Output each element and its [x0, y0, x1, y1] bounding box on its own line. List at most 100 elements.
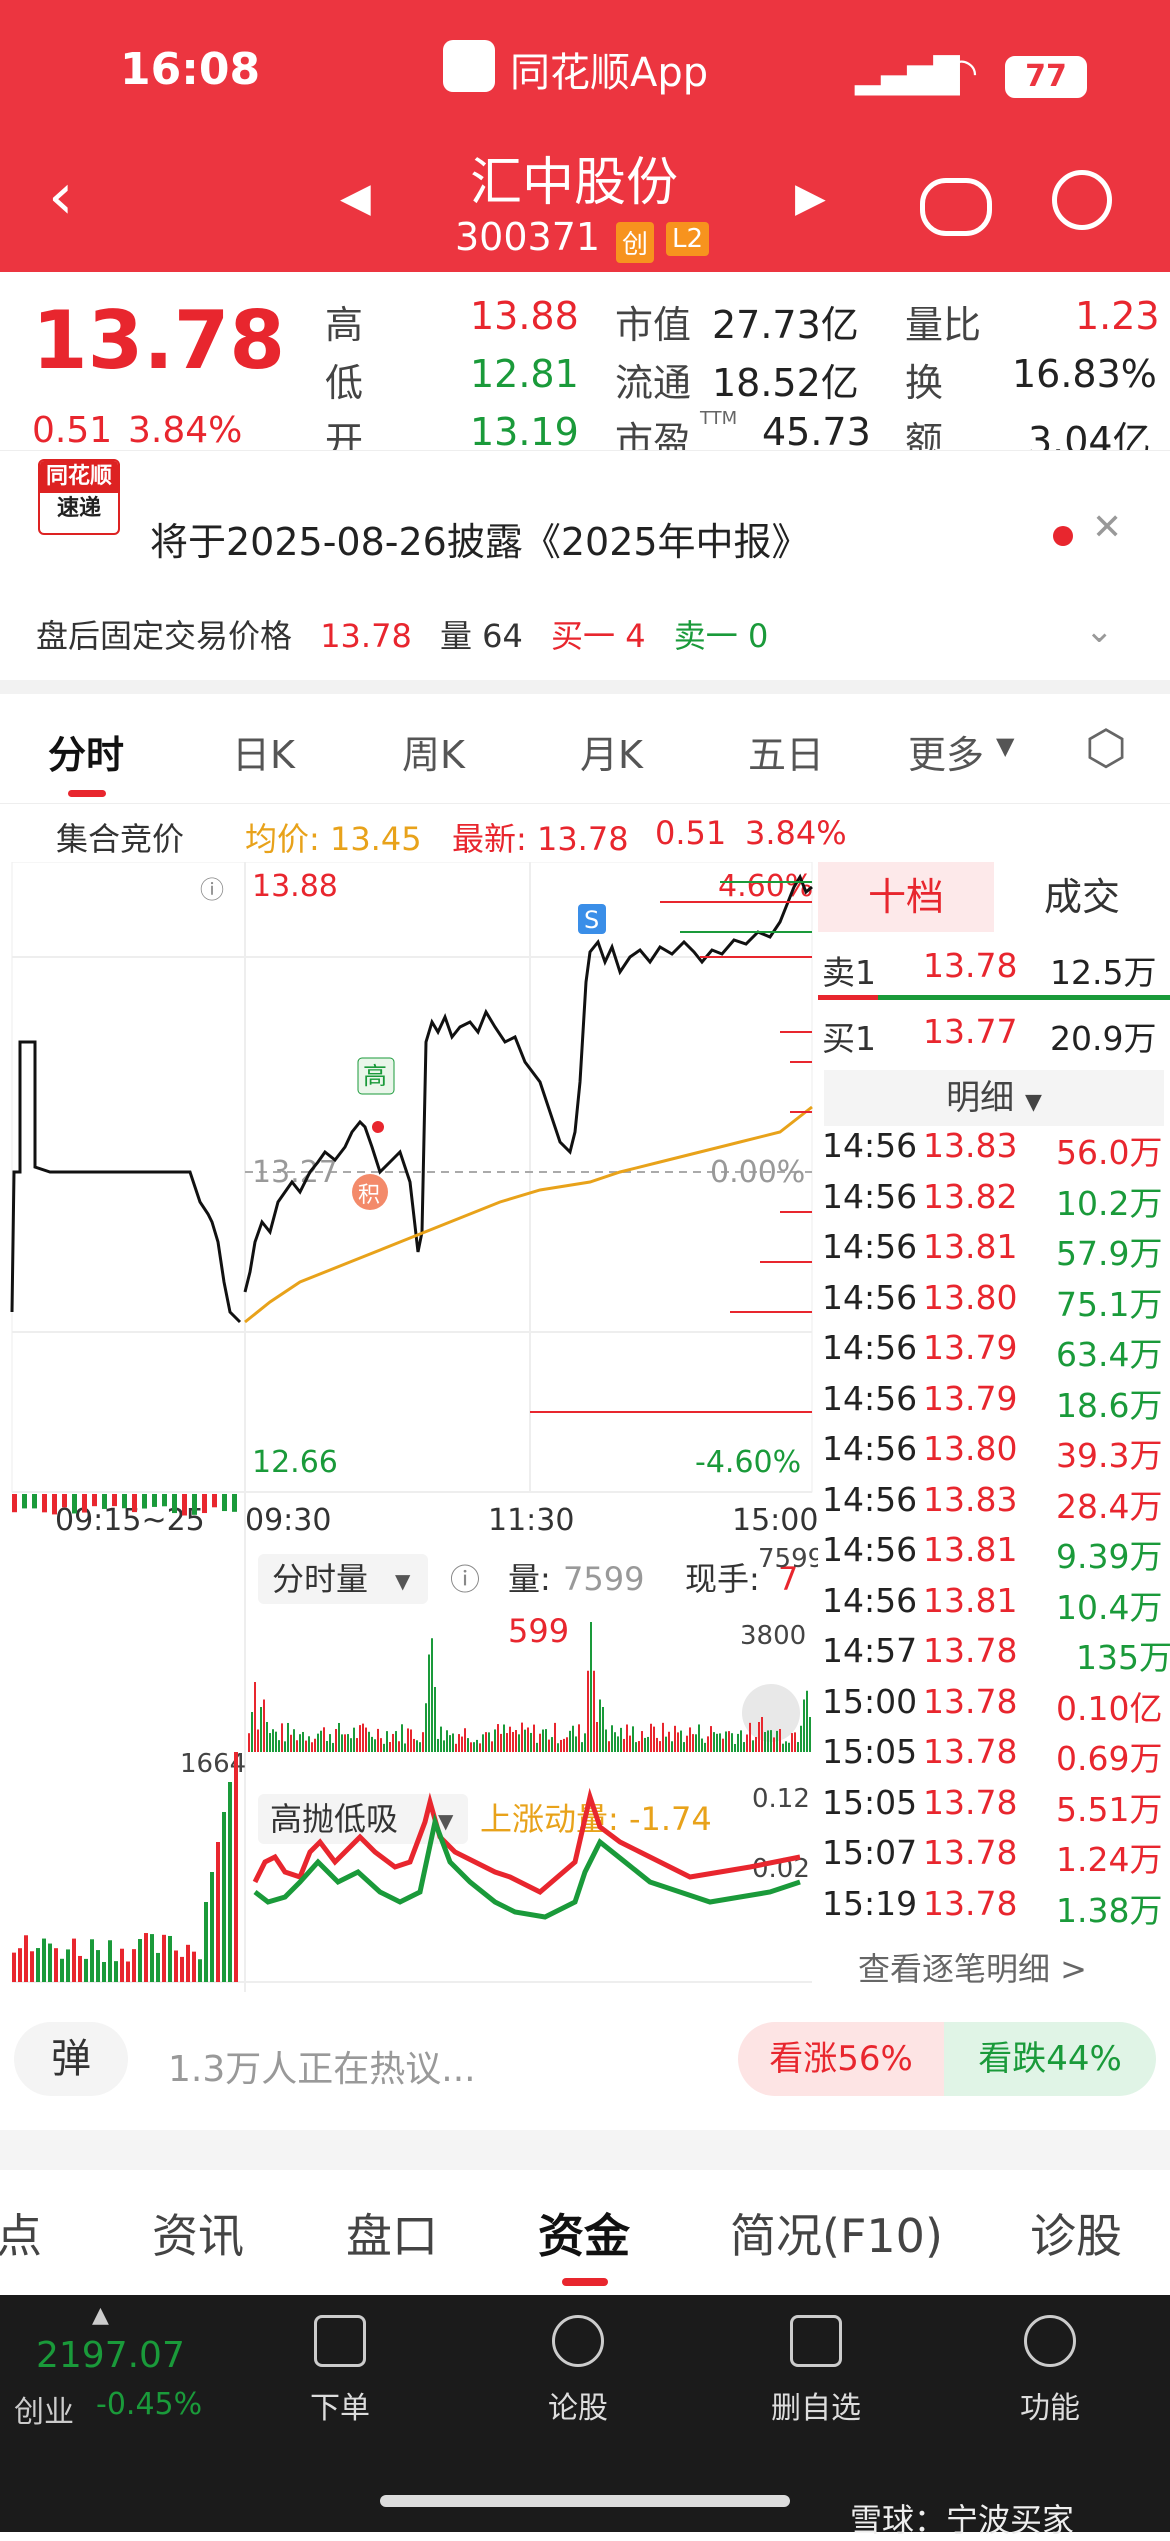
bullet-comment-button[interactable]: 弹 — [14, 2022, 128, 2096]
auction-volume-bar — [108, 1940, 112, 1982]
volume-bar — [428, 1654, 430, 1752]
trade-row: 15:05 13.78 5.51万 — [818, 1777, 1170, 1829]
volume-bar — [464, 1728, 466, 1752]
volume-bar — [395, 1731, 397, 1752]
trade-time: 14:56 — [822, 1479, 918, 1519]
volume-bar — [662, 1722, 664, 1752]
tab-five-day[interactable]: 五日 — [748, 724, 824, 779]
volume-bar — [422, 1732, 424, 1752]
footer-remove-watch[interactable]: 删自选 — [756, 2315, 876, 2427]
volume-bar — [380, 1738, 382, 1752]
auction-tick-bar — [172, 1494, 177, 1514]
tab-daily[interactable]: 日K — [232, 724, 295, 779]
tab-more[interactable]: 更多 — [908, 724, 984, 779]
volume-bar — [332, 1742, 334, 1752]
tab-trades[interactable]: 成交 — [994, 862, 1170, 932]
trade-time: 14:56 — [822, 1429, 918, 1468]
volume-bar — [248, 1733, 250, 1752]
footer-forum[interactable]: 论股 — [518, 2315, 638, 2427]
volume-bar — [629, 1735, 631, 1752]
volume-bar — [701, 1738, 703, 1752]
discussion-bar: 弹 1.3万人正在热议... 看涨56% 看跌44% — [0, 2000, 1170, 2130]
tab-diagnose[interactable]: 诊股 — [1030, 2200, 1122, 2266]
robot-icon[interactable] — [920, 178, 992, 236]
volume-bar — [323, 1727, 325, 1752]
detail-label: 明细 — [946, 1078, 1015, 1118]
next-stock-icon[interactable]: ▶ — [795, 175, 826, 221]
tab-weekly[interactable]: 周K — [402, 724, 465, 779]
tab-capital[interactable]: 资金 — [538, 2200, 630, 2266]
volume-bar — [290, 1734, 292, 1752]
auction-volume-bar — [186, 1944, 190, 1982]
volume-bar — [506, 1733, 508, 1752]
volume-bar — [503, 1724, 505, 1752]
volume-bar — [488, 1732, 490, 1752]
bearish-button[interactable]: 看跌44% — [944, 2022, 1156, 2096]
price-change: 0.51 — [32, 410, 113, 451]
volume-bar — [338, 1722, 340, 1752]
volume-bar — [389, 1742, 391, 1752]
chevron-down-icon[interactable]: ⌄ — [1085, 611, 1114, 651]
x-label-close: 15:00 — [732, 1503, 818, 1538]
auction-volume-bar — [150, 1934, 154, 1982]
after-hours-label: 盘后固定交易价格 — [36, 617, 293, 655]
chart-svg: ⓘ 13.88 13.27 12.66 4.60% 0.00% -4.60% 高… — [10, 861, 824, 1992]
volume-bar — [467, 1738, 469, 1752]
stock-name: 汇中股份 — [470, 153, 679, 213]
discussion-text[interactable]: 1.3万人正在热议... — [168, 2040, 476, 2092]
back-icon[interactable]: ‹ — [48, 160, 74, 234]
tab-ten-levels[interactable]: 十档 — [818, 862, 994, 932]
volume-bar — [599, 1699, 601, 1752]
auction-tick-bar — [202, 1494, 207, 1514]
auction-volume-bar — [90, 1939, 94, 1982]
tab-orderbook[interactable]: 盘口 — [346, 2200, 438, 2266]
volume-label: 分时量 — [272, 1560, 368, 1598]
sell1-price: 13.78 — [923, 946, 1018, 985]
tab-highlights[interactable]: 看点 — [0, 2200, 42, 2266]
volume-bar — [674, 1725, 676, 1752]
volume-bar — [260, 1707, 262, 1752]
more-trades-link[interactable]: 查看逐笔明细 > — [858, 1944, 1087, 1990]
trade-time: 15:05 — [822, 1782, 918, 1822]
tab-f10[interactable]: 简况(F10) — [730, 2200, 943, 2266]
notice-text[interactable]: 将于2025-08-26披露《2025年中报》 — [150, 511, 810, 566]
volume-bar — [542, 1729, 544, 1752]
volume-bar — [329, 1734, 331, 1752]
now-hand-text: 现手: — [685, 1560, 760, 1598]
close-icon[interactable]: ✕ — [1092, 507, 1122, 548]
trade-time: 15:07 — [822, 1833, 918, 1872]
buy1-value: 4 — [625, 617, 646, 655]
tab-monthly[interactable]: 月K — [580, 724, 643, 779]
footer-bar: ▲ 2197.07 创业 -0.45% 下单 论股 删自选 功能 雪球：宁波买家 — [0, 2295, 1170, 2539]
volume-bar — [350, 1738, 352, 1752]
prev-stock-icon[interactable]: ◀ — [340, 175, 371, 221]
bottom-tab-indicator — [562, 2278, 608, 2286]
auction-volume-bar — [78, 1955, 82, 1982]
volume-bar — [758, 1722, 760, 1752]
index-value[interactable]: 2197.07 — [36, 2335, 185, 2376]
tab-news[interactable]: 资讯 — [152, 2200, 244, 2266]
auction-tick-bar — [52, 1494, 57, 1515]
auction-volume-bar — [72, 1938, 76, 1982]
forum-icon — [552, 2315, 604, 2367]
bullish-button[interactable]: 看涨56% — [738, 2022, 944, 2096]
footer-functions[interactable]: 功能 — [990, 2315, 1110, 2427]
footer-functions-label: 功能 — [1020, 2391, 1080, 2426]
trade-time: 14:56 — [822, 1277, 918, 1317]
settings-hex-icon[interactable]: ⬡ — [1085, 720, 1127, 776]
stock-code: 300371 — [455, 215, 601, 259]
float-label: 流通 — [615, 361, 692, 405]
volume-bar — [770, 1730, 772, 1752]
trade-row: 14:56 13.81 57.9万 — [818, 1221, 1170, 1273]
volume-bar — [482, 1734, 484, 1752]
volume-bar — [356, 1738, 358, 1752]
auction-volume-bar — [66, 1949, 70, 1982]
volume-bar — [728, 1731, 730, 1752]
footer-order[interactable]: 下单 — [280, 2315, 400, 2427]
buy1-volume: 20.9万 — [1050, 1019, 1157, 1058]
tab-intraday[interactable]: 分时 — [48, 724, 124, 779]
volume-value: 7599 — [563, 1560, 644, 1598]
volume-bar — [491, 1741, 493, 1752]
detail-header[interactable]: 明细 ▼ — [824, 1070, 1164, 1126]
search-icon[interactable] — [1052, 170, 1112, 230]
